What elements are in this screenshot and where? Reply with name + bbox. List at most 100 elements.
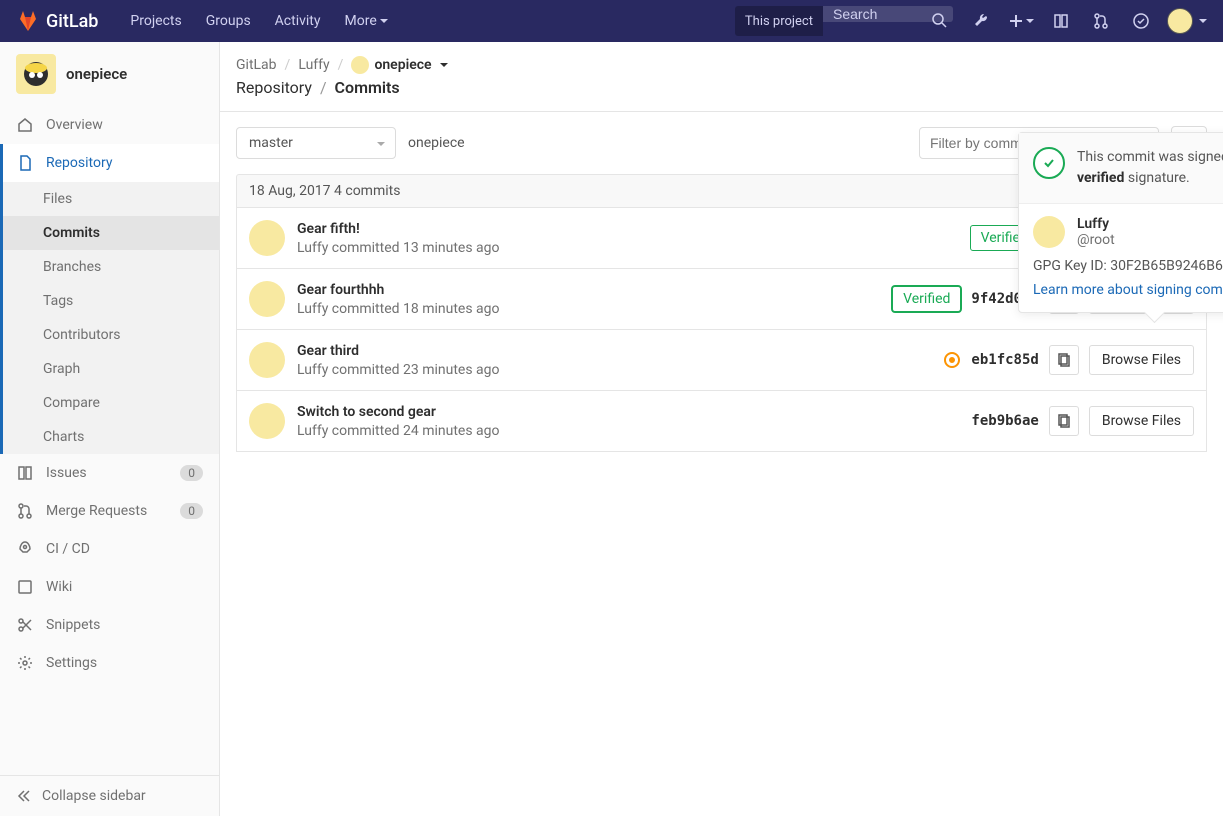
subnav-branches[interactable]: Branches [3, 250, 219, 284]
verified-badge[interactable]: Verified [892, 286, 961, 312]
sidebar-item-label: CI / CD [46, 541, 90, 557]
subnav-commits[interactable]: Commits [3, 216, 219, 250]
commit-title[interactable]: Gear third [297, 343, 931, 359]
sidebar: onepiece Overview Repository Files Commi… [0, 42, 220, 816]
commit-sha[interactable]: feb9b6ae [971, 413, 1038, 429]
subnav-compare[interactable]: Compare [3, 386, 219, 420]
sidebar-item-merge-requests[interactable]: Merge Requests 0 [0, 492, 219, 530]
search-wrap: This project [735, 6, 953, 36]
check-circle-icon [1033, 147, 1065, 179]
clipboard-icon [1057, 353, 1071, 367]
chevron-left-double-icon [16, 788, 32, 804]
sidebar-item-label: Wiki [46, 579, 72, 595]
sidebar-item-overview[interactable]: Overview [0, 106, 219, 144]
commit-actions: feb9b6ae Browse Files [971, 406, 1194, 436]
rocket-icon [16, 540, 34, 558]
bc-project[interactable]: onepiece [351, 56, 447, 74]
user-menu[interactable] [1167, 8, 1207, 34]
page-path: Repository / Commits [220, 78, 1223, 112]
commit-title[interactable]: Gear fifth! [297, 221, 958, 237]
subnav-contributors[interactable]: Contributors [3, 318, 219, 352]
badge-count: 0 [180, 465, 203, 481]
browse-files-button[interactable]: Browse Files [1089, 345, 1194, 375]
nav-icons [961, 0, 1207, 42]
scissors-icon [16, 616, 34, 634]
nav-more[interactable]: More [333, 0, 400, 42]
subnav-tags[interactable]: Tags [3, 284, 219, 318]
project-name: onepiece [66, 65, 127, 83]
avatar [1167, 8, 1193, 34]
bc-owner[interactable]: Luffy [298, 57, 329, 73]
subnav-charts[interactable]: Charts [3, 420, 219, 454]
commit-meta: Luffy committed 23 minutes ago [297, 362, 931, 378]
search-scope[interactable]: This project [735, 6, 823, 36]
sidebar-item-settings[interactable]: Settings [0, 644, 219, 682]
commit-info: Gear fifth! Luffy committed 13 minutes a… [297, 221, 958, 256]
nav-links: Projects Groups Activity More [118, 0, 399, 42]
commit-title[interactable]: Gear fourthhh [297, 282, 880, 298]
sidebar-item-label: Issues [46, 465, 87, 481]
avatar [1033, 216, 1065, 248]
search-icon[interactable] [931, 12, 947, 28]
popover-text: This commit was signed with a verified s… [1077, 147, 1223, 189]
issues-icon [16, 464, 34, 482]
sidebar-item-issues[interactable]: Issues 0 [0, 454, 219, 492]
badge-count: 0 [180, 503, 203, 519]
chevron-down-icon [1199, 19, 1207, 27]
popover-user-name: Luffy [1077, 216, 1115, 232]
sidebar-item-label: Merge Requests [46, 503, 147, 519]
gitlab-logo[interactable]: GitLab [16, 9, 98, 33]
avatar [249, 403, 285, 439]
subnav-files[interactable]: Files [3, 182, 219, 216]
plus-icon[interactable] [1001, 0, 1041, 42]
issues-icon[interactable] [1041, 0, 1081, 42]
wrench-icon[interactable] [961, 0, 1001, 42]
collapse-sidebar[interactable]: Collapse sidebar [0, 775, 219, 816]
commit-meta: Luffy committed 24 minutes ago [297, 423, 959, 439]
commit-title[interactable]: Switch to second gear [297, 404, 959, 420]
gear-icon [16, 654, 34, 672]
branch-select[interactable]: master [236, 127, 396, 159]
sidebar-item-wiki[interactable]: Wiki [0, 568, 219, 606]
merge-request-icon[interactable] [1081, 0, 1121, 42]
home-icon [16, 116, 34, 134]
project-header[interactable]: onepiece [0, 42, 219, 106]
commit-row: Gear third Luffy committed 23 minutes ag… [236, 330, 1207, 391]
todos-icon[interactable] [1121, 0, 1161, 42]
sidebar-item-label: Settings [46, 655, 97, 671]
chevron-down-icon [1026, 19, 1034, 27]
commit-meta: Luffy committed 18 minutes ago [297, 301, 880, 317]
sidebar-item-label: Repository [46, 155, 112, 171]
breadcrumb: GitLab / Luffy / onepiece [220, 42, 1223, 78]
commit-info: Gear third Luffy committed 23 minutes ag… [297, 343, 931, 378]
chevron-down-icon [440, 63, 448, 71]
learn-more-link[interactable]: Learn more about signing commits [1033, 282, 1223, 298]
commit-meta: Luffy committed 13 minutes ago [297, 240, 958, 256]
pipeline-running-icon[interactable] [943, 351, 961, 369]
popover-gpg-key: GPG Key ID: 30F2B65B9246B6CA [1019, 254, 1223, 278]
collapse-label: Collapse sidebar [42, 788, 146, 804]
nav-groups[interactable]: Groups [194, 0, 263, 42]
section-label: Repository [236, 78, 312, 97]
sidebar-repo-subnav: Files Commits Branches Tags Contributors… [0, 182, 219, 454]
clipboard-icon [1057, 414, 1071, 428]
main-content: GitLab / Luffy / onepiece Repository / C… [220, 42, 1223, 816]
sidebar-item-ci-cd[interactable]: CI / CD [0, 530, 219, 568]
bc-root[interactable]: GitLab [236, 57, 277, 73]
browse-files-button[interactable]: Browse Files [1089, 406, 1194, 436]
nav-projects[interactable]: Projects [118, 0, 193, 42]
commit-sha[interactable]: eb1fc85d [971, 352, 1038, 368]
popover-user-handle: @root [1077, 232, 1115, 248]
project-avatar [16, 54, 56, 94]
copy-sha-button[interactable] [1049, 406, 1079, 436]
popover-learn-link: Learn more about signing commits [1019, 278, 1223, 312]
sidebar-item-snippets[interactable]: Snippets [0, 606, 219, 644]
sidebar-item-repository[interactable]: Repository [0, 144, 219, 182]
copy-sha-button[interactable] [1049, 345, 1079, 375]
subnav-graph[interactable]: Graph [3, 352, 219, 386]
popover-user: Luffy @root [1019, 204, 1223, 254]
commit-actions: eb1fc85d Browse Files [943, 345, 1194, 375]
nav-activity[interactable]: Activity [263, 0, 333, 42]
avatar [249, 281, 285, 317]
path-label[interactable]: onepiece [408, 135, 465, 151]
